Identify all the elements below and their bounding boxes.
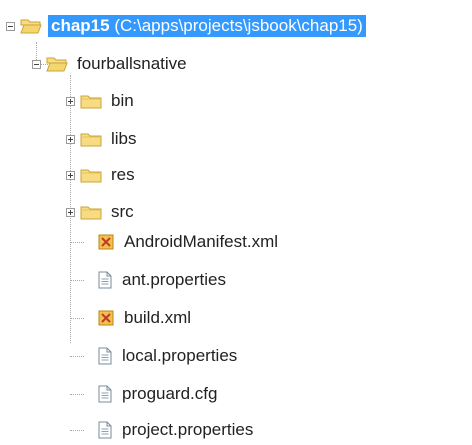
tree-connector [70,280,84,281]
text-file-icon [98,421,112,439]
root-path: (C:\apps\projects\jsbook\chap15) [114,16,363,35]
root-name: chap15 [51,16,110,35]
tree-item-file[interactable]: build.xml [98,303,194,333]
xml-file-icon [98,310,114,326]
file-label[interactable]: local.properties [119,345,240,367]
folder-icon [80,93,102,109]
tree-item-root[interactable]: chap15 (C:\apps\projects\jsbook\chap15) [6,11,366,41]
folder-label[interactable]: libs [108,128,140,150]
file-label[interactable]: build.xml [121,307,194,329]
tree-item-file[interactable]: AndroidManifest.xml [98,227,281,257]
tree-item-file[interactable]: project.properties [98,415,256,445]
collapse-toggle-icon[interactable] [32,59,41,69]
xml-file-icon [98,234,114,250]
folder-icon [80,131,102,147]
text-file-icon [98,271,112,289]
tree-item-file[interactable]: proguard.cfg [98,379,220,409]
collapse-toggle-icon[interactable] [6,21,15,31]
root-label[interactable]: chap15 (C:\apps\projects\jsbook\chap15) [48,15,366,37]
project-label[interactable]: fourballsnative [74,53,190,75]
folder-label[interactable]: bin [108,90,137,112]
file-label[interactable]: ant.properties [119,269,229,291]
file-label[interactable]: proguard.cfg [119,383,220,405]
tree-connector [70,242,84,243]
tree-item-file[interactable]: ant.properties [98,265,229,295]
open-folder-icon [46,56,68,72]
tree-item-folder[interactable]: libs [66,124,140,154]
folder-label[interactable]: res [108,164,138,186]
tree-connector [70,356,84,357]
file-label[interactable]: AndroidManifest.xml [121,231,281,253]
expand-toggle-icon[interactable] [66,170,75,180]
tree-item-folder[interactable]: bin [66,86,137,116]
folder-icon [80,204,102,220]
tree-item-file[interactable]: local.properties [98,341,240,371]
tree-item-folder[interactable]: src [66,197,137,227]
open-folder-icon [20,18,42,34]
tree-item-folder[interactable]: res [66,160,138,190]
folder-label[interactable]: src [108,201,137,223]
text-file-icon [98,385,112,403]
expand-toggle-icon[interactable] [66,207,75,217]
file-tree: chap15 (C:\apps\projects\jsbook\chap15) … [0,0,472,439]
tree-item-project[interactable]: fourballsnative [32,49,190,79]
text-file-icon [98,347,112,365]
tree-connector [70,394,84,395]
expand-toggle-icon[interactable] [66,134,75,144]
tree-connector [70,430,84,431]
tree-connector [70,318,84,319]
folder-icon [80,167,102,183]
expand-toggle-icon[interactable] [66,96,75,106]
